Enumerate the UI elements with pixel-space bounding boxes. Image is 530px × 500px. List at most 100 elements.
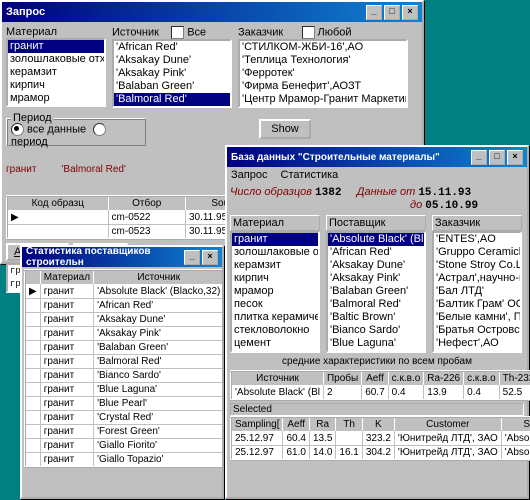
list-item[interactable]: 'Balmoral Red' xyxy=(114,93,230,106)
table-row[interactable]: 25.12.9760.413.5323.2'Юнитрейд ЛТД', ЗАО… xyxy=(231,432,530,446)
list-item[interactable]: 'Бал ЛТД' xyxy=(434,285,520,298)
list-item[interactable]: 'Теплица Технология' xyxy=(240,54,406,67)
col-header[interactable]: SourceName xyxy=(501,417,530,432)
list-item[interactable]: 'Balmoral Red' xyxy=(328,298,424,311)
table-row[interactable]: гранит'Balaban Green' xyxy=(25,341,222,355)
close-icon[interactable]: × xyxy=(402,5,418,20)
col-header[interactable]: Aeff xyxy=(283,417,309,432)
minimize-icon[interactable]: _ xyxy=(366,5,382,20)
selected-grid[interactable]: Sampling[ Aeff Ra Th K Customer SourceNa… xyxy=(230,416,530,461)
col-header[interactable]: с.к.в.о xyxy=(388,371,424,386)
table-row[interactable]: 'Absolute Black' (Bl260.70.413.90.452.50… xyxy=(231,386,530,401)
list-item[interactable]: 'Balaban Green' xyxy=(114,80,230,93)
col-header[interactable]: K xyxy=(362,417,394,432)
titlebar[interactable]: Статистика поставщиков строительн _ × xyxy=(22,247,222,267)
col-header[interactable]: Aeff xyxy=(362,371,388,386)
db-customer-list[interactable]: 'ENTES',AO 'Gruppo Ceramiche Ricchetti' … xyxy=(432,231,522,353)
list-item[interactable]: 'Balaban Green' xyxy=(328,285,424,298)
list-item[interactable]: 'Bianco Sardo' xyxy=(328,324,424,337)
table-row[interactable]: гранит'Forest Green' xyxy=(25,425,222,439)
table-row[interactable]: гранит'Giallo Fiorito' xyxy=(25,439,222,453)
table-row[interactable]: гранит'Aksakay Pink' xyxy=(25,327,222,341)
list-item[interactable]: золошлаковые отходы xyxy=(232,246,318,259)
col-header[interactable]: Sampling[ xyxy=(231,417,283,432)
list-item[interactable]: 'African Red' xyxy=(328,246,424,259)
col-header[interactable]: с.к.в.о xyxy=(464,371,500,386)
menu-stats[interactable]: Статистика xyxy=(281,169,339,181)
table-row[interactable]: гранит'Balmoral Red' xyxy=(25,355,222,369)
menu-query[interactable]: Запрос xyxy=(231,169,267,181)
list-item[interactable]: 'Братья Островские' xyxy=(434,324,520,337)
period-radio[interactable] xyxy=(93,123,106,136)
col-header[interactable]: Источник xyxy=(231,371,323,386)
table-row[interactable]: гранит'Blue Laguna' xyxy=(25,383,222,397)
list-item[interactable]: 'Absolute Black' (Blacko,32) xyxy=(328,233,424,246)
list-item[interactable]: 'Фирма Бенефит',АОЗТ xyxy=(240,80,406,93)
list-item[interactable]: 'Blue Laguna' xyxy=(328,337,424,350)
maximize-icon[interactable]: □ xyxy=(384,5,400,20)
material-list[interactable]: гранит золошлаковые отх керамзит кирпич … xyxy=(6,38,106,107)
list-item[interactable]: 'African Red' xyxy=(114,41,230,54)
list-item[interactable]: 'Gruppo Ceramiche Ricchetti' xyxy=(434,246,520,259)
table-row[interactable]: 25.12.9761.014.016.1304.2'Юнитрейд ЛТД',… xyxy=(231,446,530,461)
list-item[interactable]: керамзит xyxy=(8,66,104,79)
all-data-radio[interactable] xyxy=(11,123,24,136)
list-item[interactable]: 'Baltic Brown' xyxy=(328,311,424,324)
list-item[interactable]: цемент xyxy=(232,337,318,350)
list-item[interactable]: 'Stone Stroy Co.LTD' xyxy=(434,259,520,272)
list-item[interactable]: 'Aksakay Pink' xyxy=(114,67,230,80)
list-item[interactable]: 'Центр Мрамор-Гранит Маркетин xyxy=(240,93,406,106)
db-material-list[interactable]: гранит золошлаковые отходы керамзит кирп… xyxy=(230,231,320,353)
table-row[interactable]: гранит'Crystal Red' xyxy=(25,411,222,425)
list-item[interactable]: 'Астрал',научно-производствен xyxy=(434,272,520,285)
list-item[interactable]: 'Нефест',АО xyxy=(434,337,520,350)
maximize-icon[interactable]: □ xyxy=(489,150,505,165)
list-item[interactable]: мрамор xyxy=(8,92,104,105)
col-header[interactable]: Th-232 xyxy=(499,371,530,386)
list-item[interactable]: песок xyxy=(232,298,318,311)
all-checkbox[interactable] xyxy=(171,26,184,39)
col-header[interactable]: Пробы xyxy=(323,371,361,386)
col-header[interactable]: Источник xyxy=(94,270,222,285)
list-item[interactable]: гранит xyxy=(8,40,104,53)
table-row[interactable]: гранит'Blue Pearl' xyxy=(25,397,222,411)
customer-list[interactable]: 'СТИЛКОМ-ЖБИ-16',АО 'Теплица Технология'… xyxy=(238,39,408,108)
minimize-icon[interactable]: _ xyxy=(471,150,487,165)
source-list[interactable]: 'African Red' 'Aksakay Dune' 'Aksakay Pi… xyxy=(112,39,232,108)
titlebar[interactable]: Запрос _ □ × xyxy=(2,2,422,22)
list-item[interactable]: кирпич xyxy=(8,79,104,92)
list-item[interactable]: стекловолокно xyxy=(232,324,318,337)
list-item[interactable]: 'Белые камни', ПКФ xyxy=(434,311,520,324)
table-row[interactable]: гранит'African Red' xyxy=(25,299,222,313)
close-icon[interactable]: × xyxy=(202,250,218,265)
list-item[interactable]: 'Балтик Грам' ООО xyxy=(434,298,520,311)
db-supplier-list[interactable]: 'Absolute Black' (Blacko,32) 'African Re… xyxy=(326,231,426,353)
list-item[interactable]: гранит xyxy=(232,233,318,246)
list-item[interactable]: золошлаковые отх xyxy=(8,53,104,66)
col-header[interactable]: Ra xyxy=(309,417,335,432)
list-item[interactable]: кирпич xyxy=(232,272,318,285)
list-item[interactable]: мрамор xyxy=(232,285,318,298)
list-item[interactable]: плитка керамическая xyxy=(232,311,318,324)
show-button[interactable]: Show xyxy=(259,119,311,139)
list-item[interactable]: 'Aksakay Pink' xyxy=(328,272,424,285)
col-header[interactable]: Отбор xyxy=(108,196,185,211)
list-item[interactable]: 'Aksakay Dune' xyxy=(328,259,424,272)
col-header[interactable]: Материал xyxy=(40,270,93,285)
close-icon[interactable]: × xyxy=(507,150,523,165)
table-row[interactable]: гранит'Aksakay Dune' xyxy=(25,313,222,327)
list-item[interactable]: 'ENTES',AO xyxy=(434,233,520,246)
table-row[interactable]: ▶гранит'Absolute Black' (Blacko,32) xyxy=(25,285,222,299)
stats-grid[interactable]: МатериалИсточник ▶гранит'Absolute Black'… xyxy=(24,269,222,468)
list-item[interactable]: 'Aksakay Dune' xyxy=(114,54,230,67)
minimize-icon[interactable]: _ xyxy=(184,250,200,265)
table-row[interactable]: гранит'Giallo Topazio' xyxy=(25,453,222,468)
titlebar[interactable]: База данных "Строительные материалы" _ □… xyxy=(227,147,527,167)
col-header[interactable]: Ra-226 xyxy=(424,371,464,386)
list-item[interactable]: 'Ферротек' xyxy=(240,67,406,80)
col-header[interactable]: Код образц xyxy=(7,196,108,211)
col-header[interactable]: Customer xyxy=(394,417,501,432)
table-row[interactable]: гранит'Bianco Sardo' xyxy=(25,369,222,383)
list-item[interactable]: керамзит xyxy=(232,259,318,272)
any-checkbox[interactable] xyxy=(302,26,315,39)
